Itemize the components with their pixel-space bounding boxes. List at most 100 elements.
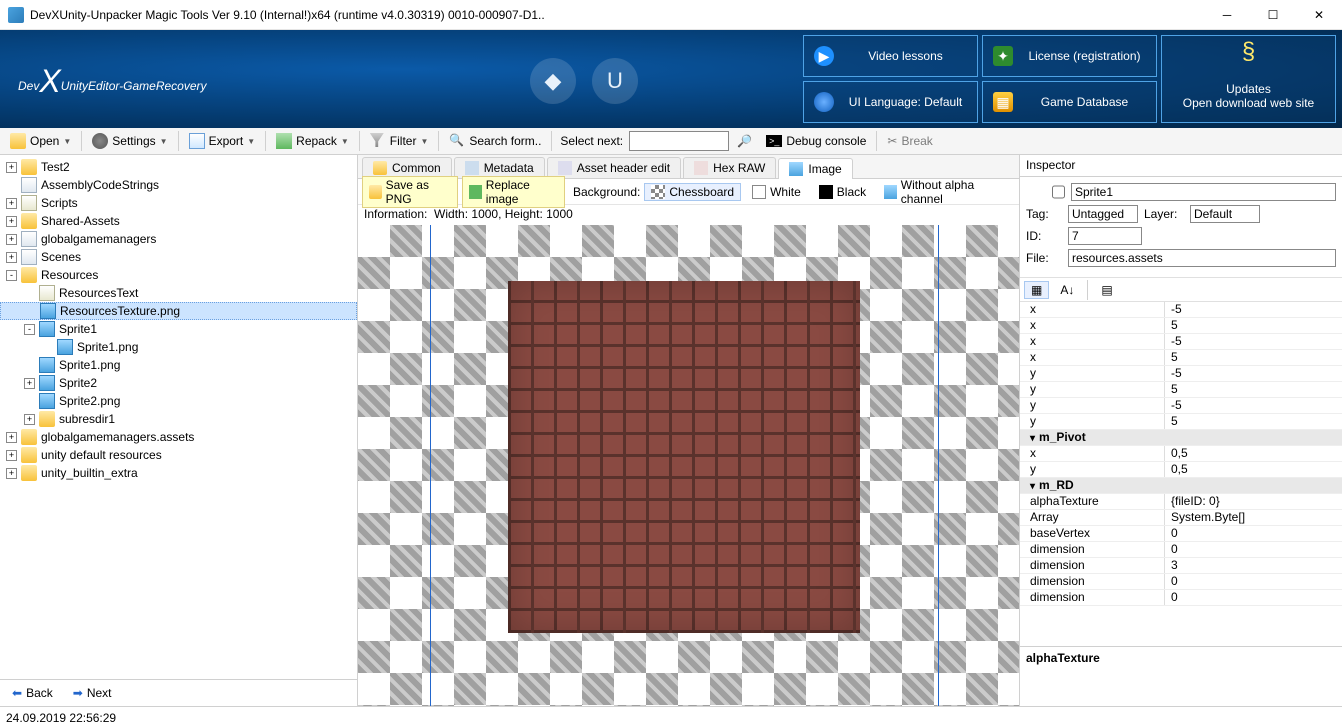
video-lessons-button[interactable]: ▶Video lessons (803, 35, 978, 77)
tree-item[interactable]: +unity default resources (0, 446, 357, 464)
open-button[interactable]: Open▼ (4, 131, 77, 151)
property-row[interactable]: y-5 (1020, 398, 1342, 414)
tree-expander[interactable]: - (6, 270, 17, 281)
game-database-button[interactable]: ▦Game Database (982, 81, 1157, 123)
filter-button[interactable]: Filter▼ (364, 131, 435, 151)
tab-asset-header[interactable]: Asset header edit (547, 157, 681, 178)
property-value[interactable]: -5 (1165, 398, 1342, 413)
back-button[interactable]: ⬅Back (6, 684, 59, 702)
bg-white-button[interactable]: White (745, 183, 808, 201)
property-row[interactable]: x5 (1020, 318, 1342, 334)
property-group[interactable]: ▾m_Pivot (1020, 430, 1342, 446)
tab-hex[interactable]: Hex RAW (683, 157, 776, 178)
maximize-button[interactable]: ☐ (1250, 0, 1296, 30)
property-group[interactable]: ▾m_RD (1020, 478, 1342, 494)
find-button[interactable]: 🔎 (731, 132, 758, 150)
tree-item[interactable]: ResourcesTexture.png (0, 302, 357, 320)
tree-item[interactable]: AssemblyCodeStrings (0, 176, 357, 194)
tree-item[interactable]: +globalgamemanagers (0, 230, 357, 248)
tree-expander[interactable]: + (24, 414, 35, 425)
tree-expander[interactable]: + (6, 432, 17, 443)
property-value[interactable]: 0 (1165, 574, 1342, 589)
id-input[interactable] (1068, 227, 1142, 245)
property-row[interactable]: dimension0 (1020, 574, 1342, 590)
property-value[interactable]: 0,5 (1165, 446, 1342, 461)
property-value[interactable]: -5 (1165, 334, 1342, 349)
tree-item[interactable]: +Scripts (0, 194, 357, 212)
property-row[interactable]: baseVertex0 (1020, 526, 1342, 542)
property-value[interactable]: 3 (1165, 558, 1342, 573)
repack-button[interactable]: Repack▼ (270, 131, 355, 151)
settings-button[interactable]: Settings▼ (86, 131, 173, 151)
alpha-sort-button[interactable]: A↓ (1053, 281, 1081, 299)
property-row[interactable]: x0,5 (1020, 446, 1342, 462)
property-row[interactable]: y5 (1020, 382, 1342, 398)
tree-item[interactable]: +globalgamemanagers.assets (0, 428, 357, 446)
tree-item[interactable]: +Scenes (0, 248, 357, 266)
property-value[interactable]: 0 (1165, 590, 1342, 605)
image-canvas[interactable] (358, 225, 1019, 706)
property-row[interactable]: y-5 (1020, 366, 1342, 382)
break-button[interactable]: ✂Break (881, 132, 938, 150)
bg-chessboard-button[interactable]: Chessboard (644, 183, 741, 201)
replace-image-button[interactable]: Replace image (462, 176, 565, 208)
property-row[interactable]: alphaTexture{fileID: 0} (1020, 494, 1342, 510)
property-row[interactable]: ArraySystem.Byte[] (1020, 510, 1342, 526)
tree-item[interactable]: Sprite1.png (0, 356, 357, 374)
property-value[interactable]: {fileID: 0} (1165, 494, 1342, 509)
minimize-button[interactable]: ─ (1204, 0, 1250, 30)
license-button[interactable]: ✦License (registration) (982, 35, 1157, 77)
tab-image[interactable]: Image (778, 158, 852, 179)
select-next-input[interactable] (629, 131, 729, 151)
bg-noalpha-button[interactable]: Without alpha channel (877, 176, 1015, 208)
tree-item[interactable]: +subresdir1 (0, 410, 357, 428)
ui-language-button[interactable]: UI Language: Default (803, 81, 978, 123)
tree-item[interactable]: Sprite2.png (0, 392, 357, 410)
property-value[interactable]: 5 (1165, 350, 1342, 365)
property-row[interactable]: dimension3 (1020, 558, 1342, 574)
layer-input[interactable] (1190, 205, 1260, 223)
enabled-checkbox[interactable] (1052, 183, 1065, 201)
property-grid[interactable]: x-5x5x-5x5y-5y5y-5y5▾m_Pivotx0,5y0,5▾m_R… (1020, 302, 1342, 646)
tree-item[interactable]: +Sprite2 (0, 374, 357, 392)
search-form-button[interactable]: 🔍Search form.. (443, 131, 547, 151)
tree-expander[interactable]: + (6, 162, 17, 173)
debug-console-button[interactable]: >_Debug console (760, 132, 872, 150)
export-button[interactable]: Export▼ (183, 131, 262, 151)
tree-expander[interactable]: + (6, 234, 17, 245)
property-value[interactable]: 5 (1165, 318, 1342, 333)
tree-item[interactable]: +Test2 (0, 158, 357, 176)
close-button[interactable]: ✕ (1296, 0, 1342, 30)
tree-expander[interactable]: + (6, 468, 17, 479)
property-value[interactable]: 0 (1165, 542, 1342, 557)
property-row[interactable]: x-5 (1020, 334, 1342, 350)
tree-expander[interactable]: + (24, 378, 35, 389)
object-name-input[interactable] (1071, 183, 1336, 201)
tag-input[interactable] (1068, 205, 1138, 223)
asset-tree[interactable]: +Test2AssemblyCodeStrings+Scripts+Shared… (0, 155, 357, 679)
property-value[interactable]: -5 (1165, 302, 1342, 317)
property-row[interactable]: y0,5 (1020, 462, 1342, 478)
property-value[interactable]: 5 (1165, 382, 1342, 397)
tree-item[interactable]: Sprite1.png (0, 338, 357, 356)
tree-item[interactable]: -Resources (0, 266, 357, 284)
property-row[interactable]: dimension0 (1020, 542, 1342, 558)
file-input[interactable] (1068, 249, 1336, 267)
property-value[interactable]: 0 (1165, 526, 1342, 541)
tree-item[interactable]: +Shared-Assets (0, 212, 357, 230)
property-row[interactable]: dimension0 (1020, 590, 1342, 606)
next-button[interactable]: ➡Next (67, 684, 118, 702)
tree-expander[interactable]: + (6, 450, 17, 461)
categorized-view-button[interactable]: ▦ (1024, 281, 1049, 299)
tree-expander[interactable]: + (6, 252, 17, 263)
property-value[interactable]: -5 (1165, 366, 1342, 381)
save-as-png-button[interactable]: Save as PNG (362, 176, 458, 208)
property-row[interactable]: x-5 (1020, 302, 1342, 318)
tree-expander[interactable]: + (6, 198, 17, 209)
tree-item[interactable]: +unity_builtin_extra (0, 464, 357, 482)
tree-item[interactable]: -Sprite1 (0, 320, 357, 338)
property-row[interactable]: x5 (1020, 350, 1342, 366)
property-value[interactable]: 0,5 (1165, 462, 1342, 477)
bg-black-button[interactable]: Black (812, 183, 873, 201)
tree-expander[interactable]: - (24, 324, 35, 335)
